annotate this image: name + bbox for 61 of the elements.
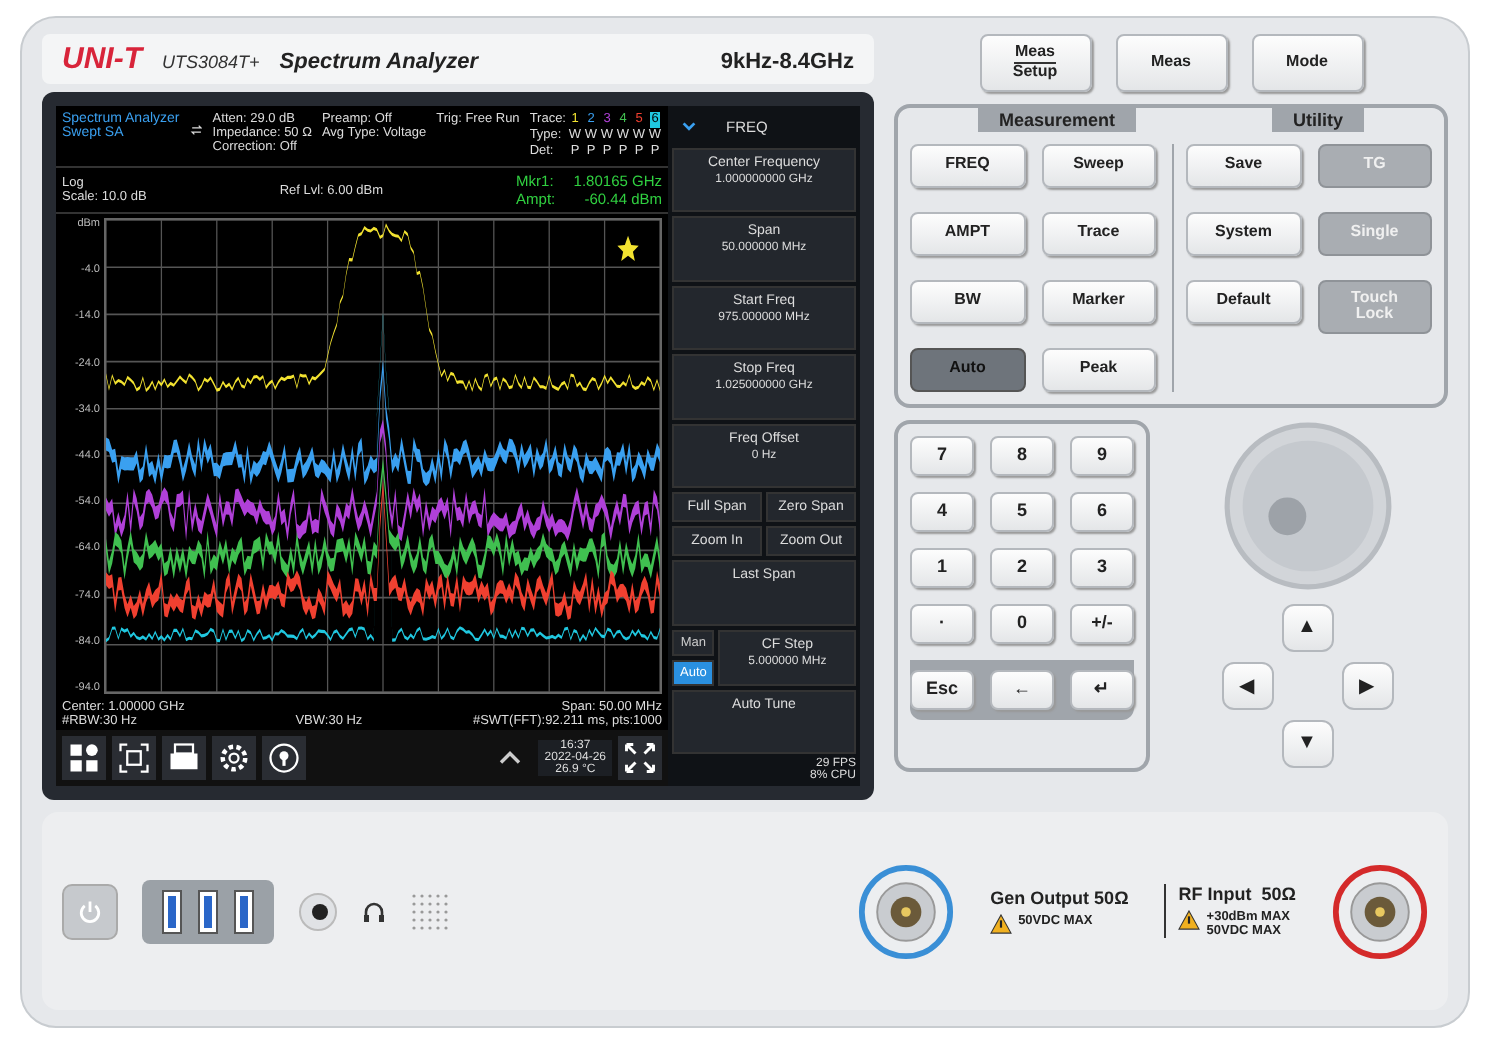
key-button[interactable]: Auto xyxy=(910,347,1025,392)
number-key[interactable]: 4 xyxy=(910,491,974,532)
product-title: Spectrum Analyzer xyxy=(279,50,481,74)
speaker-grille-icon xyxy=(410,891,450,931)
edit-key[interactable]: ← xyxy=(990,669,1054,710)
edit-key[interactable]: Esc xyxy=(910,669,974,710)
number-key[interactable]: +/- xyxy=(1070,603,1134,644)
key-button[interactable]: AMPT xyxy=(910,211,1025,256)
key-button[interactable]: Mode xyxy=(1251,34,1363,92)
number-key[interactable]: 7 xyxy=(910,435,974,476)
printer-icon[interactable] xyxy=(162,736,206,780)
power-icon xyxy=(76,897,104,925)
usb-port-icon[interactable] xyxy=(198,889,218,933)
number-key[interactable]: · xyxy=(910,603,974,644)
arrow-key[interactable]: ▼ xyxy=(1281,719,1333,768)
key-button[interactable]: Peak xyxy=(1041,347,1156,392)
key-button[interactable]: System xyxy=(1186,211,1301,256)
arrow-key[interactable]: ▲ xyxy=(1281,603,1333,652)
warning-icon xyxy=(990,914,1013,934)
key-button[interactable]: Meas xyxy=(1115,34,1227,92)
headphones-icon xyxy=(362,899,386,923)
section-label: Measurement xyxy=(978,107,1136,132)
section-label: Utility xyxy=(1272,107,1363,132)
number-key[interactable]: 3 xyxy=(1070,547,1134,588)
key-button[interactable]: Default xyxy=(1186,279,1301,324)
connector-label: Gen Output 50Ω xyxy=(990,888,1129,908)
key-button[interactable]: FREQ xyxy=(910,143,1025,188)
number-key[interactable]: 9 xyxy=(1070,435,1134,476)
key-button[interactable]: Save xyxy=(1186,143,1301,188)
arrow-key[interactable]: ◀ xyxy=(1221,661,1273,710)
usb-port-icon[interactable] xyxy=(234,889,254,933)
screenshot-icon[interactable] xyxy=(112,736,156,780)
number-key[interactable]: 5 xyxy=(990,491,1054,532)
chevron-icon[interactable] xyxy=(680,118,698,136)
connector-label: RF Input 50Ω xyxy=(1178,884,1296,904)
frequency-range: 9kHz-8.4GHz xyxy=(720,50,854,74)
model-label: UTS3084T+ xyxy=(162,52,260,72)
usb-port-icon[interactable] xyxy=(162,889,182,933)
arrow-key[interactable]: ▶ xyxy=(1341,661,1393,710)
audio-jack-icon[interactable] xyxy=(298,891,338,931)
brand-logo: UNI-T xyxy=(62,42,142,76)
swap-icon xyxy=(189,120,203,140)
help-icon[interactable] xyxy=(262,736,306,780)
connector-icon[interactable] xyxy=(1332,863,1428,959)
fullscreen-icon[interactable] xyxy=(618,736,662,780)
number-key[interactable]: 6 xyxy=(1070,491,1134,532)
number-key[interactable]: 2 xyxy=(990,547,1054,588)
key-button[interactable]: Trace xyxy=(1041,211,1156,256)
key-button[interactable]: Marker xyxy=(1041,279,1156,324)
warning-icon xyxy=(1178,910,1201,930)
connector-icon[interactable] xyxy=(858,863,955,959)
grid-icon[interactable] xyxy=(62,736,106,780)
number-key[interactable]: 0 xyxy=(990,603,1054,644)
key-button[interactable]: Sweep xyxy=(1041,143,1156,188)
marker-icon xyxy=(617,235,639,261)
settings-icon[interactable] xyxy=(212,736,256,780)
key-button[interactable]: BW xyxy=(910,279,1025,324)
key-button[interactable]: Meas Setup xyxy=(979,34,1091,92)
number-key[interactable]: 8 xyxy=(990,435,1054,476)
number-key[interactable]: 1 xyxy=(910,547,974,588)
edit-key[interactable]: ↵ xyxy=(1070,669,1134,710)
